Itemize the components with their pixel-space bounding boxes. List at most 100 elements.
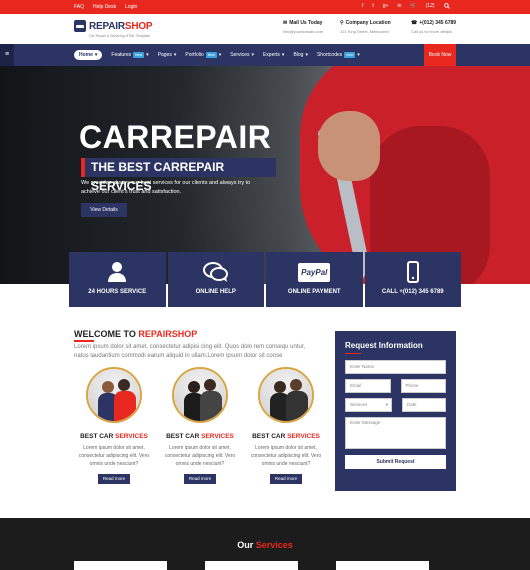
feature-24-hours[interactable]: 24 HOURS SERVICE: [69, 252, 166, 307]
submit-request-button[interactable]: Submit Request: [345, 455, 446, 469]
mobile-phone-icon: [406, 261, 419, 283]
nav-pages[interactable]: Pages ▾: [158, 50, 177, 60]
logo[interactable]: REPAIRSHOP: [74, 20, 153, 32]
nav-services[interactable]: Services ▾: [230, 50, 254, 60]
top-links: FAQ Help Desk Login: [74, 4, 137, 10]
chevron-down-icon: ▾: [173, 52, 177, 58]
chat-icon: [202, 261, 229, 283]
nav-blog-label: Blog: [293, 52, 304, 58]
card-title: BEST CAR SERVICES: [80, 433, 148, 440]
our-services-prefix: Our: [237, 540, 254, 550]
card-title-main: BEST CAR: [80, 433, 114, 440]
chevron-down-icon: ▾: [146, 52, 149, 58]
location-title: Company Location: [345, 20, 391, 26]
login-link[interactable]: Login: [125, 4, 137, 10]
service-card: BEST CAR SERVICES Lorem ipsum dolor sit …: [74, 367, 154, 484]
cart-count[interactable]: (12): [426, 3, 435, 11]
cart-icon[interactable]: 🛒: [410, 3, 416, 11]
nav-experts-label: Experts: [262, 52, 280, 58]
service-card: BEST CAR SERVICES Lorem ipsum dolor sit …: [246, 367, 326, 484]
chevron-down-icon: ▾: [218, 52, 222, 58]
welcome-title: WELCOME TO REPAIRSHOP: [74, 329, 197, 339]
location-info: ⚲ Company Location 121 King Street, Melbo…: [340, 20, 391, 34]
help-desk-link[interactable]: Help Desk: [93, 4, 116, 10]
title-underline: [74, 340, 94, 342]
service-box[interactable]: [336, 561, 429, 570]
feature-label: 24 HOURS SERVICE: [88, 289, 147, 295]
read-more-button[interactable]: Read more: [270, 474, 302, 484]
nav-shortcodes-label: Shortcodes: [316, 52, 343, 58]
phone-field[interactable]: Phone: [400, 379, 446, 393]
feature-label: ONLINE PAYMENT: [287, 289, 341, 295]
mail-info: ✉ Mail Us Today info@yourdomain.com: [283, 20, 323, 34]
chevron-down-icon: ▾: [281, 52, 285, 58]
logo-main: REPAIR: [89, 20, 125, 32]
envelope-icon: ✉: [283, 20, 288, 26]
main-nav: ≡ Home ▾ Features New ▾ Pages ▾ Portfolio New…: [0, 44, 530, 66]
google-plus-icon[interactable]: g+: [383, 3, 389, 11]
card-title: BEST CAR SERVICES: [252, 433, 320, 440]
mail-title: Mail Us Today: [289, 20, 323, 26]
welcome-accent: REPAIRSHOP: [138, 329, 198, 339]
phone-info: ☎ +(012) 345 6789 Call us for more detail…: [411, 20, 456, 34]
service-box[interactable]: [74, 561, 167, 570]
header: REPAIRSHOP Car Repair & Servicing HTML T…: [0, 14, 530, 44]
feature-call[interactable]: CALL +(012) 345 6789: [364, 252, 461, 307]
paypal-icon: PayPal: [298, 261, 331, 283]
card-title-accent: SERVICES: [115, 433, 148, 440]
card-title-main: BEST CAR: [166, 433, 200, 440]
nav-experts[interactable]: Experts ▾: [263, 50, 284, 60]
request-title-underline: [345, 353, 361, 354]
twitter-icon[interactable]: t: [372, 3, 373, 11]
phone-title[interactable]: +(012) 345 6789: [419, 20, 456, 26]
request-form: Request Information Enter Name Email Pho…: [335, 331, 456, 491]
request-title: Request Information: [345, 341, 423, 350]
logo-tagline: Car Repair & Servicing HTML Template: [89, 34, 151, 38]
welcome-text: Lorem ipsum dolor sit amet, consectetur …: [74, 344, 306, 359]
nav-blog[interactable]: Blog ▾: [293, 50, 308, 60]
nav-portfolio[interactable]: Portfolio New ▾: [185, 50, 221, 60]
new-badge: New: [133, 52, 145, 58]
feature-online-help[interactable]: ONLINE HELP: [167, 252, 264, 307]
card-title-main: BEST CAR: [252, 433, 286, 440]
nav-home-label: Home: [79, 52, 93, 58]
top-bar: FAQ Help Desk Login f t g+ in 🛒 (12): [0, 0, 530, 14]
card-image: [258, 367, 314, 423]
nav-services-label: Services: [230, 52, 250, 58]
date-field[interactable]: Date: [402, 398, 446, 412]
card-text: Lorem ipsum dolor sit amet, consectetur …: [164, 445, 236, 467]
view-details-button[interactable]: View Details: [81, 203, 127, 217]
location-address: 121 King Street, Melbourne: [340, 29, 389, 34]
hero-subtitle: THE BEST CARREPAIR SERVICES: [81, 158, 276, 193]
email-field[interactable]: Email: [345, 379, 391, 393]
faq-link[interactable]: FAQ: [74, 4, 84, 10]
linkedin-icon[interactable]: in: [397, 3, 401, 11]
service-cards: BEST CAR SERVICES Lorem ipsum dolor sit …: [74, 367, 326, 484]
nav-home[interactable]: Home ▾: [74, 50, 103, 60]
feature-label: ONLINE HELP: [195, 289, 236, 295]
card-title: BEST CAR SERVICES: [166, 433, 234, 440]
card-text: Lorem ipsum dolor sit amet, consectetur …: [78, 445, 150, 467]
nav-features-label: Features: [111, 52, 132, 58]
feature-online-payment[interactable]: PayPal ONLINE PAYMENT: [266, 252, 363, 307]
read-more-button[interactable]: Read more: [98, 474, 130, 484]
mail-address[interactable]: info@yourdomain.com: [283, 29, 323, 34]
services-select-value: Services: [350, 402, 368, 407]
nav-features[interactable]: Features New ▾: [111, 50, 149, 60]
user-icon: [107, 261, 127, 283]
nav-shortcodes[interactable]: Shortcodes New ▾: [317, 50, 360, 60]
name-field[interactable]: Enter Name: [345, 360, 446, 374]
nav-items: Home ▾ Features New ▾ Pages ▾ Portfolio New ▾ …: [74, 50, 360, 60]
service-box[interactable]: [205, 561, 298, 570]
chevron-down-icon: ▾: [305, 52, 308, 58]
search-icon[interactable]: [443, 3, 450, 11]
facebook-icon[interactable]: f: [362, 3, 363, 11]
feature-label: CALL +(012) 345 6789: [381, 289, 444, 295]
hero-title: CARREPAIR: [79, 119, 272, 155]
read-more-button[interactable]: Read more: [184, 474, 216, 484]
book-now-button[interactable]: Book Now: [424, 44, 456, 66]
our-services-title: Our Services: [0, 540, 530, 550]
services-select[interactable]: Services ▾: [345, 398, 392, 412]
message-field[interactable]: Enter Message: [345, 417, 446, 449]
side-menu-toggle[interactable]: ≡: [0, 44, 14, 66]
